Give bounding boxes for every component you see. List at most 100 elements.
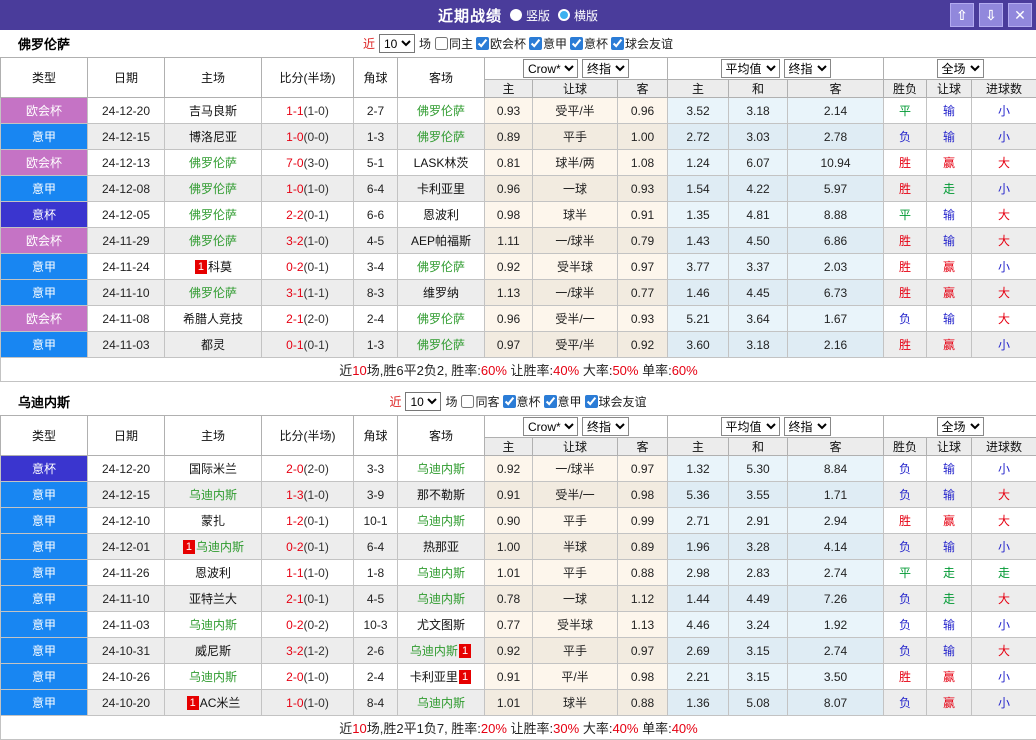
filter-checkbox-同客[interactable]: 同客 bbox=[461, 393, 499, 410]
red-card-badge: 1 bbox=[183, 540, 195, 554]
team-link[interactable]: 乌迪内斯 bbox=[417, 696, 465, 710]
team-link[interactable]: 卡利亚里 bbox=[417, 182, 465, 196]
team-link[interactable]: 乌迪内斯 bbox=[417, 462, 465, 476]
fulltime-select[interactable]: 全场 bbox=[937, 417, 984, 436]
checkbox-input[interactable] bbox=[503, 395, 516, 408]
checkbox-input[interactable] bbox=[435, 37, 448, 50]
team-link[interactable]: LASK林茨 bbox=[414, 156, 469, 170]
team-link[interactable]: 佛罗伦萨 bbox=[189, 286, 237, 300]
radio-selected-icon[interactable] bbox=[558, 9, 570, 21]
team-link[interactable]: 乌迪内斯 bbox=[189, 670, 237, 684]
close-button[interactable]: ✕ bbox=[1008, 3, 1032, 27]
layout-radio-horizontal[interactable]: 横版 bbox=[558, 7, 598, 24]
odds-time-select[interactable]: 终指 bbox=[582, 417, 629, 436]
filter-checkbox-意杯[interactable]: 意杯 bbox=[570, 35, 608, 52]
team-link[interactable]: 博洛尼亚 bbox=[189, 130, 237, 144]
checkbox-input[interactable] bbox=[585, 395, 598, 408]
team-link[interactable]: 科莫 bbox=[208, 260, 232, 274]
radio-icon[interactable] bbox=[510, 9, 522, 21]
team-link[interactable]: 威尼斯 bbox=[195, 644, 231, 658]
corner-cell: 2-4 bbox=[354, 664, 398, 690]
checkbox-input[interactable] bbox=[461, 395, 474, 408]
date-cell: 24-11-10 bbox=[88, 280, 165, 306]
date-cell: 24-11-26 bbox=[88, 560, 165, 586]
team-link[interactable]: 佛罗伦萨 bbox=[417, 260, 465, 274]
team-link[interactable]: 乌迪内斯 bbox=[417, 592, 465, 606]
team-link[interactable]: 佛罗伦萨 bbox=[189, 234, 237, 248]
match-count-select[interactable]: 10 bbox=[379, 34, 415, 53]
filter-checkbox-同主[interactable]: 同主 bbox=[435, 35, 473, 52]
odds-handicap-cell: 一球 bbox=[533, 586, 618, 612]
team-link[interactable]: 佛罗伦萨 bbox=[417, 338, 465, 352]
date-cell: 24-10-20 bbox=[88, 690, 165, 716]
team-link[interactable]: 佛罗伦萨 bbox=[417, 130, 465, 144]
team-link[interactable]: 佛罗伦萨 bbox=[189, 156, 237, 170]
result-wdl-cell: 负 bbox=[884, 638, 927, 664]
team-link[interactable]: 乌迪内斯 bbox=[189, 618, 237, 632]
team-link[interactable]: 尤文图斯 bbox=[417, 618, 465, 632]
filter-checkbox-意甲[interactable]: 意甲 bbox=[529, 35, 567, 52]
col-avg-draw: 和 bbox=[729, 438, 788, 456]
avg-home-cell: 3.52 bbox=[668, 98, 729, 124]
average-select[interactable]: 平均值 bbox=[721, 417, 780, 436]
bookmaker-select[interactable]: Crow* bbox=[523, 59, 578, 78]
odds-home-cell: 0.90 bbox=[485, 508, 533, 534]
checkbox-input[interactable] bbox=[529, 37, 542, 50]
team-link[interactable]: 希腊人竞技 bbox=[183, 312, 243, 326]
team-link[interactable]: 乌迪内斯 bbox=[189, 488, 237, 502]
bookmaker-select[interactable]: Crow* bbox=[523, 417, 578, 436]
layout-radio-vertical[interactable]: 竖版 bbox=[510, 7, 550, 24]
team-link[interactable]: 热那亚 bbox=[423, 540, 459, 554]
avg-time-select[interactable]: 终指 bbox=[784, 59, 831, 78]
filter-checkbox-意杯[interactable]: 意杯 bbox=[503, 393, 541, 410]
competition-cell: 意甲 bbox=[1, 332, 88, 358]
filter-checkbox-意甲[interactable]: 意甲 bbox=[544, 393, 582, 410]
team-link[interactable]: 那不勒斯 bbox=[417, 488, 465, 502]
filter-checkbox-球会友谊[interactable]: 球会友谊 bbox=[585, 393, 647, 410]
home-team-cell: 1乌迪内斯 bbox=[165, 534, 262, 560]
team-link[interactable]: 国际米兰 bbox=[189, 462, 237, 476]
average-select[interactable]: 平均值 bbox=[721, 59, 780, 78]
team-link[interactable]: 佛罗伦萨 bbox=[189, 208, 237, 222]
checkbox-input[interactable] bbox=[611, 37, 624, 50]
match-row: 欧会杯24-11-08希腊人竞技2-1(2-0)2-4佛罗伦萨0.96受半/一0… bbox=[1, 306, 1036, 332]
checkbox-input[interactable] bbox=[476, 37, 489, 50]
team-link[interactable]: 乌迪内斯 bbox=[196, 540, 244, 554]
team-link[interactable]: 乌迪内斯 bbox=[410, 644, 458, 658]
result-wdl-cell: 负 bbox=[884, 482, 927, 508]
competition-cell: 意甲 bbox=[1, 612, 88, 638]
team-link[interactable]: 维罗纳 bbox=[423, 286, 459, 300]
team-link[interactable]: 吉马良斯 bbox=[189, 104, 237, 118]
checkbox-input[interactable] bbox=[544, 395, 557, 408]
team-link[interactable]: AC米兰 bbox=[200, 696, 241, 710]
team-link[interactable]: 佛罗伦萨 bbox=[417, 312, 465, 326]
checkbox-input[interactable] bbox=[570, 37, 583, 50]
odds-away-cell: 0.99 bbox=[618, 508, 668, 534]
team-link[interactable]: 恩波利 bbox=[423, 208, 459, 222]
odds-time-select[interactable]: 终指 bbox=[582, 59, 629, 78]
avg-away-cell: 2.74 bbox=[788, 638, 884, 664]
result-wdl-cell: 胜 bbox=[884, 150, 927, 176]
team-link[interactable]: 恩波利 bbox=[195, 566, 231, 580]
away-team-cell: 那不勒斯 bbox=[398, 482, 485, 508]
filter-checkbox-球会友谊[interactable]: 球会友谊 bbox=[611, 35, 673, 52]
team-link[interactable]: AEP帕福斯 bbox=[411, 234, 471, 248]
avg-time-select[interactable]: 终指 bbox=[784, 417, 831, 436]
match-count-select[interactable]: 10 bbox=[405, 392, 441, 411]
team-link[interactable]: 卡利亚里 bbox=[410, 670, 458, 684]
team-link[interactable]: 佛罗伦萨 bbox=[417, 104, 465, 118]
team-link[interactable]: 蒙扎 bbox=[201, 514, 225, 528]
team-link[interactable]: 乌迪内斯 bbox=[417, 566, 465, 580]
team-link[interactable]: 乌迪内斯 bbox=[417, 514, 465, 528]
red-card-badge: 1 bbox=[459, 670, 471, 684]
team-link[interactable]: 亚特兰大 bbox=[189, 592, 237, 606]
away-team-cell: 卡利亚里1 bbox=[398, 664, 485, 690]
filter-checkbox-欧会杯[interactable]: 欧会杯 bbox=[476, 35, 526, 52]
team-link[interactable]: 佛罗伦萨 bbox=[189, 182, 237, 196]
move-up-button[interactable]: ⇧ bbox=[950, 3, 974, 27]
date-cell: 24-11-03 bbox=[88, 612, 165, 638]
team-link[interactable]: 都灵 bbox=[201, 338, 225, 352]
result-goals-cell: 走 bbox=[972, 560, 1036, 586]
fulltime-select[interactable]: 全场 bbox=[937, 59, 984, 78]
move-down-button[interactable]: ⇩ bbox=[979, 3, 1003, 27]
